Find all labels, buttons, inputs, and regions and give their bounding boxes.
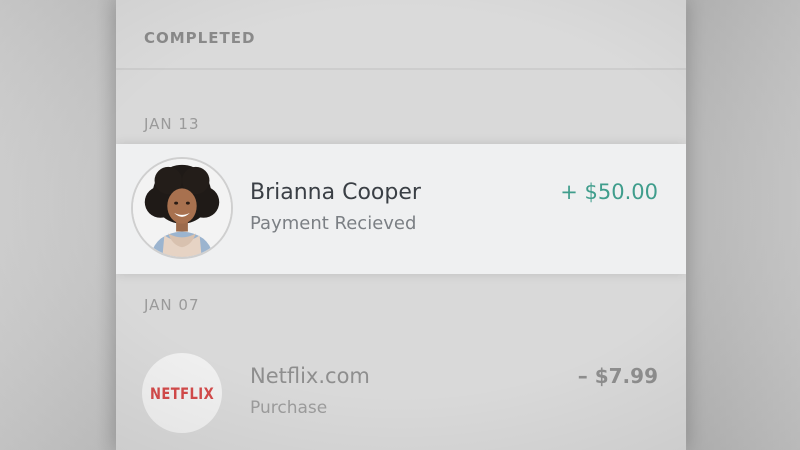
section-title: COMPLETED	[144, 29, 256, 47]
transaction-row[interactable]: NETFLIX Netflix.com Purchase – $7.99	[116, 330, 686, 450]
transaction-amount: + $50.00	[560, 180, 658, 204]
transaction-name: Brianna Cooper	[250, 180, 421, 205]
transaction-description: Payment Recieved	[250, 213, 417, 234]
transaction-description: Purchase	[250, 398, 328, 418]
transaction-amount: – $7.99	[577, 364, 658, 388]
netflix-logo-icon: NETFLIX	[142, 353, 222, 433]
transaction-name: Netflix.com	[250, 364, 370, 388]
avatar-image	[133, 159, 231, 257]
transactions-panel: COMPLETED JAN 13 Brianna Cooper Payment …	[116, 0, 686, 450]
date-label: JAN 07	[144, 296, 200, 314]
person-avatar-icon	[131, 157, 233, 259]
logo-text: NETFLIX	[149, 383, 215, 403]
date-label: JAN 13	[144, 115, 200, 133]
transaction-row[interactable]: Brianna Cooper Payment Recieved + $50.00	[116, 144, 686, 274]
section-header: COMPLETED	[116, 0, 686, 70]
